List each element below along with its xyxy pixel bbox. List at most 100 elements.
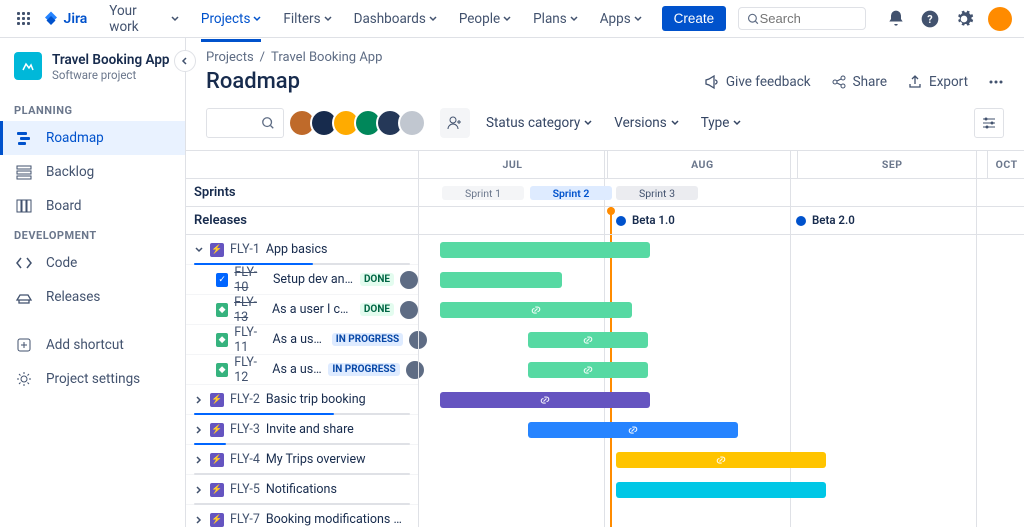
expand-icon[interactable] [194,245,204,255]
expand-icon[interactable] [194,515,204,525]
export-icon [907,74,923,90]
issue-row-FLY-13[interactable]: ◆ FLY-13 As a user I can ... DONE [186,295,418,325]
sprint-3-bar[interactable]: Sprint 3 [616,186,698,200]
collapse-sidebar-button[interactable] [174,50,196,72]
gantt-bar-FLY-4[interactable] [616,452,826,468]
breadcrumb-projects[interactable]: Projects [206,50,254,65]
release-beta-2-label: Beta 2.0 [812,213,855,227]
issue-key: FLY-4 [230,452,260,467]
issue-row-FLY-3[interactable]: ⚡ FLY-3 Invite and share [186,422,354,437]
gantt-bar-FLY-2[interactable] [440,392,650,408]
app-switcher-icon[interactable] [12,7,36,31]
issue-key: FLY-13 [234,295,266,325]
view-settings-button[interactable] [974,108,1004,138]
task-icon: ✓ [216,273,228,287]
gantt-bar-FLY-13[interactable] [440,302,632,318]
issue-row-FLY-12[interactable]: ◆ FLY-12 As a use... IN PROGRESS [186,355,424,385]
issue-summary: App basics [266,242,328,257]
project-icon [14,52,42,80]
assignee-filter-avatars[interactable] [294,109,426,137]
sidebar-item-releases[interactable]: Releases [0,280,185,314]
releases-icon [14,287,34,307]
gantt-bar-FLY-10[interactable] [440,272,562,288]
sidebar-item-backlog[interactable]: Backlog [0,155,185,189]
issue-key: FLY-10 [234,265,267,295]
issue-row-FLY-1[interactable]: ⚡ FLY-1 App basics [186,242,327,257]
issue-summary: My Trips overview [266,452,366,467]
nav-filters[interactable]: Filters [275,5,339,33]
sprint-2-bar[interactable]: Sprint 2 [530,186,612,200]
issue-summary: Basic trip booking [266,392,366,407]
breadcrumb-project[interactable]: Travel Booking App [271,50,382,65]
notifications-icon[interactable] [886,9,906,29]
issue-row-FLY-2[interactable]: ⚡ FLY-2 Basic trip booking [186,392,366,407]
timeline-column[interactable]: JUL AUG SEP OCT Sprint 1 Sprint 2 Sprint… [418,151,1024,527]
search-icon [747,12,759,26]
issue-row-FLY-10[interactable]: ✓ FLY-10 Setup dev and ... DONE [186,265,418,295]
share-button[interactable]: Share [831,74,887,90]
nav-projects[interactable]: Projects [193,5,270,33]
sidebar-item-code[interactable]: Code [0,246,185,280]
filter-search-input[interactable] [206,108,284,138]
issue-key: FLY-5 [230,482,260,497]
export-button[interactable]: Export [907,74,968,90]
sidebar-item-board[interactable]: Board [0,189,185,223]
search-icon [261,116,275,130]
sliders-icon [981,115,997,131]
add-people-icon [447,115,463,131]
settings-icon[interactable] [954,9,974,29]
gantt-bar-FLY-1[interactable] [440,242,650,258]
gantt-bar-FLY-11[interactable] [528,332,648,348]
give-feedback-button[interactable]: Give feedback [704,74,811,90]
issue-key: FLY-7 [230,512,260,527]
release-beta-2-dot[interactable] [796,216,806,226]
issue-key: FLY-1 [230,242,260,257]
issue-summary: As a user... [272,332,325,347]
expand-icon[interactable] [194,455,204,465]
share-icon [831,74,847,90]
assignee-avatar [400,271,418,289]
expand-icon[interactable] [194,485,204,495]
nav-your-work[interactable]: Your work [101,0,187,41]
issue-key: FLY-11 [234,325,266,355]
expand-icon[interactable] [194,395,204,405]
add-people-button[interactable] [440,108,470,138]
more-actions-button[interactable] [988,74,1004,90]
sidebar-item-roadmap[interactable]: Roadmap [0,121,185,155]
more-icon [988,74,1004,90]
sprints-row-label: Sprints [186,185,236,200]
nav-plans[interactable]: Plans [525,5,586,33]
global-search[interactable] [738,7,866,30]
profile-avatar[interactable] [988,7,1012,31]
sidebar-item-add-shortcut[interactable]: Add shortcut [0,328,185,362]
release-beta-1-label: Beta 1.0 [632,213,675,227]
help-icon[interactable]: ? [920,9,940,29]
story-icon: ◆ [216,303,228,317]
sidebar-item-project-settings[interactable]: Project settings [0,362,185,396]
issue-row-FLY-5[interactable]: ⚡ FLY-5 Notifications [186,482,337,497]
type-filter[interactable]: Type [695,111,748,135]
project-subtitle: Software project [52,68,170,82]
main-content: Projects/ Travel Booking App Roadmap Giv… [186,38,1024,527]
nav-people[interactable]: People [451,5,519,33]
expand-icon[interactable] [194,425,204,435]
issue-row-FLY-7[interactable]: ⚡ FLY-7 Booking modifications flow [186,512,406,527]
search-input[interactable] [760,11,857,26]
issue-row-FLY-4[interactable]: ⚡ FLY-4 My Trips overview [186,452,366,467]
status-category-filter[interactable]: Status category [480,111,598,135]
gantt-bar-FLY-5[interactable] [616,482,826,498]
nav-apps[interactable]: Apps [592,5,650,33]
versions-filter[interactable]: Versions [608,111,684,135]
story-icon: ◆ [216,333,228,347]
top-navigation: Jira Your work Projects Filters Dashboar… [0,0,1024,38]
sprint-1-bar[interactable]: Sprint 1 [442,186,524,200]
issue-row-FLY-11[interactable]: ◆ FLY-11 As a user... IN PROGRESS [186,325,427,355]
page-title: Roadmap [206,69,300,94]
create-button[interactable]: Create [662,6,727,31]
gantt-bar-FLY-3[interactable] [528,422,738,438]
jira-logo[interactable]: Jira [42,10,88,28]
gantt-bar-FLY-12[interactable] [528,362,648,378]
nav-dashboards[interactable]: Dashboards [346,5,445,33]
issue-key: FLY-3 [230,422,260,437]
release-beta-1-dot[interactable] [616,216,626,226]
